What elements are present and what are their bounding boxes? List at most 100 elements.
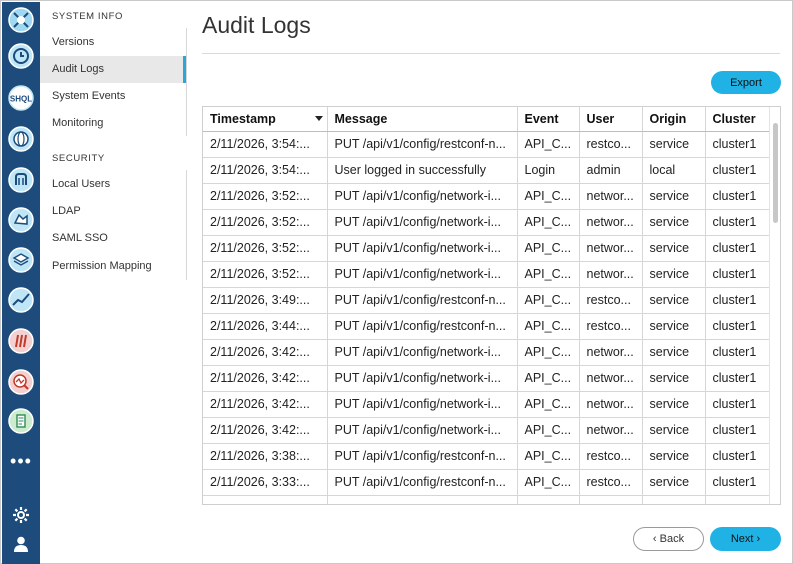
cell-message: PUT /api/v1/config/network-i... [327,417,518,444]
cell-event: API_C... [517,235,580,262]
app-logo-icon[interactable] [7,6,35,34]
audit-log-table: Timestamp Message Event User Origin Clus… [202,106,781,505]
cell-timestamp: 2/11/2026, 3:52:... [203,261,328,288]
network-icon[interactable] [7,166,35,194]
cell-message: PUT /api/v1/config/restconf-n... [327,443,518,470]
column-header-cluster[interactable]: Cluster [705,107,771,132]
cell-message: PUT /api/v1/config/network-i... [327,261,518,288]
vertical-scrollbar[interactable] [769,107,780,504]
layers-icon[interactable] [7,246,35,274]
cell-event: API_C... [517,131,580,158]
sidebar-item-ldap[interactable]: LDAP [40,198,186,225]
shql-logo-text: SHQL [10,95,32,104]
cell-origin: service [642,209,706,236]
table-row[interactable]: 2/11/2026, 3:52:... PUT /api/v1/config/ne… [203,209,771,236]
cell-user: restco... [579,313,643,340]
cell-event: API_C... [517,313,580,340]
section-system-info: SYSTEM INFO [52,11,123,22]
sidebar-item-system-events[interactable]: System Events [40,83,186,110]
sidebar-item-monitoring[interactable]: Monitoring [40,110,186,137]
user-icon[interactable] [11,534,31,554]
table-row[interactable]: 2/11/2026, 3:42:... PUT /api/v1/config/ne… [203,417,771,444]
cell-origin: service [642,131,706,158]
table-row[interactable]: 2/11/2026, 3:54:... PUT /api/v1/config/re… [203,131,771,158]
table-row[interactable]: 2/11/2026, 3:38:... PUT /api/v1/config/re… [203,443,771,470]
sidebar-item-permission-mapping[interactable]: Permission Mapping [40,253,186,280]
column-header-message[interactable]: Message [327,107,518,132]
scrollbar-thumb[interactable] [773,123,778,223]
column-header-timestamp[interactable]: Timestamp [203,107,328,132]
cell-cluster: cluster1 [705,443,771,470]
cell-message: PUT /api/v1/config/restconf-n... [327,131,518,158]
table-row[interactable]: 2/11/2026, 3:52:... PUT /api/v1/config/ne… [203,261,771,288]
table-header-row: Timestamp Message Event User Origin Clus… [203,107,771,132]
table-row[interactable]: 2/11/2026, 3:52:... PUT /api/v1/config/ne… [203,235,771,262]
more-icon[interactable]: ••• [8,452,34,470]
sidebar-divider [186,28,187,136]
table-row-partial[interactable] [203,495,771,504]
chart-icon[interactable] [7,286,35,314]
cell-timestamp: 2/11/2026, 3:42:... [203,391,328,418]
table-row[interactable]: 2/11/2026, 3:52:... PUT /api/v1/config/ne… [203,183,771,210]
cell-timestamp: 2/11/2026, 3:38:... [203,443,328,470]
table-row[interactable]: 2/11/2026, 3:42:... PUT /api/v1/config/ne… [203,365,771,392]
cell-user: networ... [579,339,643,366]
cell-event: API_C... [517,391,580,418]
sidebar-item-audit-logs[interactable]: Audit Logs [40,56,186,83]
shql-icon[interactable]: SHQL [7,84,35,112]
cell-message: PUT /api/v1/config/restconf-n... [327,313,518,340]
cell-cluster: cluster1 [705,417,771,444]
cell-user: networ... [579,209,643,236]
chevron-right-icon: › [753,533,761,545]
table-row[interactable]: 2/11/2026, 3:49:... PUT /api/v1/config/re… [203,287,771,314]
icon-rail: SHQL ••• [2,2,40,564]
document-icon[interactable] [7,407,35,435]
cell-timestamp: 2/11/2026, 3:44:... [203,313,328,340]
column-header-label: Timestamp [210,111,276,126]
cell-user: admin [579,157,643,184]
next-button[interactable]: Next › [710,527,781,551]
cell-message: PUT /api/v1/config/network-i... [327,209,518,236]
column-header-user[interactable]: User [579,107,643,132]
clock-icon[interactable] [7,42,35,70]
table-body: 2/11/2026, 3:54:... PUT /api/v1/config/re… [203,131,771,504]
cell-cluster: cluster1 [705,157,771,184]
table-row[interactable]: 2/11/2026, 3:42:... PUT /api/v1/config/ne… [203,339,771,366]
map-icon[interactable] [7,206,35,234]
gear-icon[interactable] [11,505,31,525]
page-title: Audit Logs [202,12,311,38]
settings-sidebar: SYSTEM INFO Versions Audit Logs System E… [40,2,188,282]
sidebar-item-local-users[interactable]: Local Users [40,171,186,198]
table-row[interactable]: 2/11/2026, 3:44:... PUT /api/v1/config/re… [203,313,771,340]
back-button-label: Back [659,533,685,545]
title-divider [202,53,780,54]
cell-timestamp: 2/11/2026, 3:52:... [203,235,328,262]
table-row[interactable]: 2/11/2026, 3:33:... PUT /api/v1/config/re… [203,469,771,496]
export-button[interactable]: Export [711,71,781,94]
cell-user: restco... [579,287,643,314]
table-row[interactable]: 2/11/2026, 3:42:... PUT /api/v1/config/ne… [203,391,771,418]
search-chart-icon[interactable] [7,368,35,396]
cell-origin: service [642,391,706,418]
column-header-event[interactable]: Event [517,107,580,132]
sidebar-item-versions[interactable]: Versions [40,29,186,56]
back-button[interactable]: ‹ Back [633,527,704,551]
table-row[interactable]: 2/11/2026, 3:54:... User logged in succes… [203,157,771,184]
cell-origin [642,495,706,504]
cell-message: PUT /api/v1/config/network-i... [327,183,518,210]
sidebar-item-saml-sso[interactable]: SAML SSO [40,225,186,252]
cell-event: API_C... [517,469,580,496]
cell-origin: service [642,469,706,496]
cell-cluster: cluster1 [705,469,771,496]
cell-cluster: cluster1 [705,235,771,262]
audit-log-grid: Timestamp Message Event User Origin Clus… [203,107,771,504]
cell-message: User logged in successfully [327,157,518,184]
cell-user: networ... [579,417,643,444]
chevron-left-icon: ‹ [652,533,660,545]
cell-user: networ... [579,235,643,262]
cell-timestamp: 2/11/2026, 3:52:... [203,209,328,236]
rack-icon[interactable] [7,327,35,355]
cell-event: API_C... [517,417,580,444]
globe-icon[interactable] [7,125,35,153]
column-header-origin[interactable]: Origin [642,107,706,132]
